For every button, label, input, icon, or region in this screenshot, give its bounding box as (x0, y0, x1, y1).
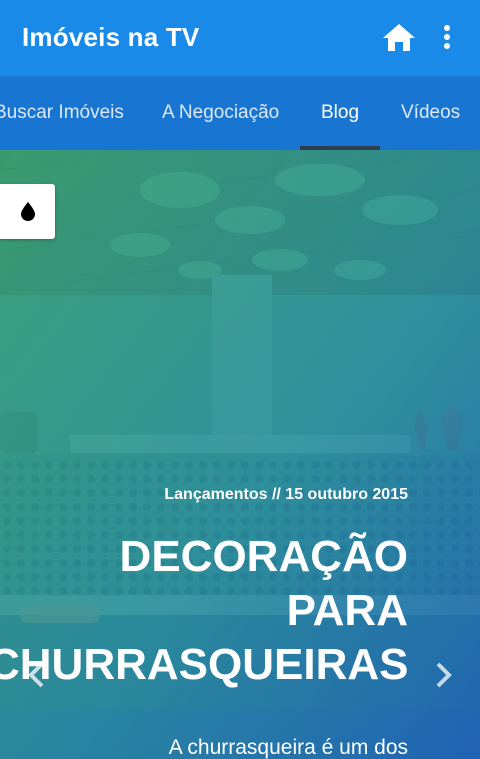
hero-image[interactable]: Lançamentos // 15 outubro 2015 DECORAÇÃO… (0, 150, 480, 759)
post-excerpt: A churrasqueira é um dos (168, 736, 408, 759)
chevron-right-icon[interactable] (432, 660, 456, 690)
post-meta: Lançamentos // 15 outubro 2015 (164, 486, 408, 503)
tab-videos[interactable]: Vídeos (401, 102, 460, 124)
post-headline[interactable]: DECORAÇÃO PARA CHURRASQUEIRAS (0, 530, 408, 692)
tab-buscar-imoveis[interactable]: Buscar Imóveis (0, 102, 124, 124)
headline-line: CHURRASQUEIRAS (0, 640, 409, 689)
chevron-left-icon[interactable] (24, 660, 48, 690)
headline-line: PARA (286, 586, 408, 635)
tab-a-negociacao[interactable]: A Negociação (162, 102, 279, 124)
more-vert-icon[interactable] (436, 24, 458, 52)
app-title: Imóveis na TV (22, 22, 200, 52)
water-drop-button[interactable] (0, 184, 55, 239)
app-bar: Imóveis na TV (0, 0, 480, 76)
tab-blog[interactable]: Blog (321, 102, 359, 124)
water-drop-icon (21, 202, 35, 221)
headline-line: DECORAÇÃO (119, 532, 408, 581)
tab-bar: Buscar Imóveis A Negociação Blog Vídeos (0, 76, 480, 150)
home-icon[interactable] (382, 22, 416, 52)
